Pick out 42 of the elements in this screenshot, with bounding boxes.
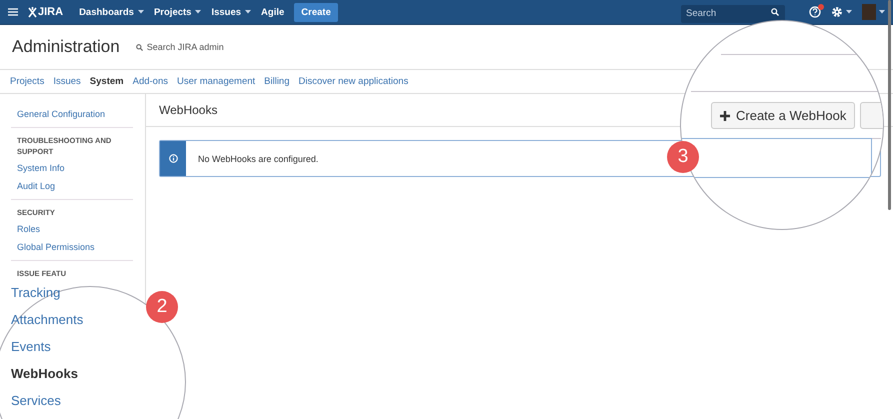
sidebar-link[interactable]: Tracking (11, 285, 60, 300)
logo-text[interactable]: JIRA (38, 6, 64, 18)
admin-tab[interactable]: System (90, 76, 124, 87)
sidebar-link[interactable]: Services (11, 393, 61, 408)
caret-icon (879, 10, 885, 14)
admin-search-link[interactable]: Search JIRA admin (146, 42, 224, 52)
plus-icon (720, 110, 730, 120)
create-button[interactable]: Create (294, 2, 338, 22)
sidebar-link[interactable]: Attachments (11, 312, 84, 327)
sidebar-link[interactable]: Events (11, 339, 51, 354)
search-icon (136, 44, 143, 50)
sidebar-link[interactable]: General Configuration (11, 105, 112, 123)
search-field[interactable]: Search (681, 4, 785, 22)
page-title: Administration (12, 37, 120, 57)
admin-tab[interactable]: Projects (10, 76, 44, 87)
sidebar-link[interactable]: WebHooks (11, 366, 78, 381)
sidebar-link[interactable]: System Info (11, 159, 71, 177)
admin-tab[interactable]: Add-ons (132, 76, 168, 87)
logo-icon (28, 6, 37, 18)
create-webhook-button[interactable]: Create a WebHook (711, 102, 856, 129)
step-badge: 3 (667, 141, 699, 173)
admin-tab[interactable]: Discover new applications (298, 76, 408, 87)
menu-icon[interactable] (8, 8, 18, 16)
admin-tab[interactable]: Billing (264, 76, 290, 87)
nav-menu[interactable]: Dashboards (79, 6, 144, 18)
help-icon[interactable] (809, 6, 821, 18)
nav-menu[interactable]: Projects (154, 6, 202, 18)
scrollbar[interactable] (888, 0, 891, 210)
sidebar-link[interactable]: Audit Log (11, 177, 62, 195)
admin-tab[interactable]: Issues (53, 76, 81, 87)
caret-icon (846, 10, 852, 14)
info-icon (168, 154, 178, 163)
nav-menu[interactable]: Issues (211, 6, 252, 18)
content-title: WebHooks (159, 103, 218, 117)
sidebar-link[interactable]: Global Permissions (11, 238, 101, 256)
message-text: No WebHooks are configured. (197, 154, 318, 164)
sidebar-link[interactable]: Roles (11, 220, 46, 238)
settings-icon[interactable] (831, 6, 843, 18)
admin-tab[interactable]: User management (177, 76, 256, 87)
step-badge: 2 (146, 291, 178, 323)
search-icon (771, 8, 779, 16)
nav-menu[interactable]: Agile (261, 6, 284, 18)
